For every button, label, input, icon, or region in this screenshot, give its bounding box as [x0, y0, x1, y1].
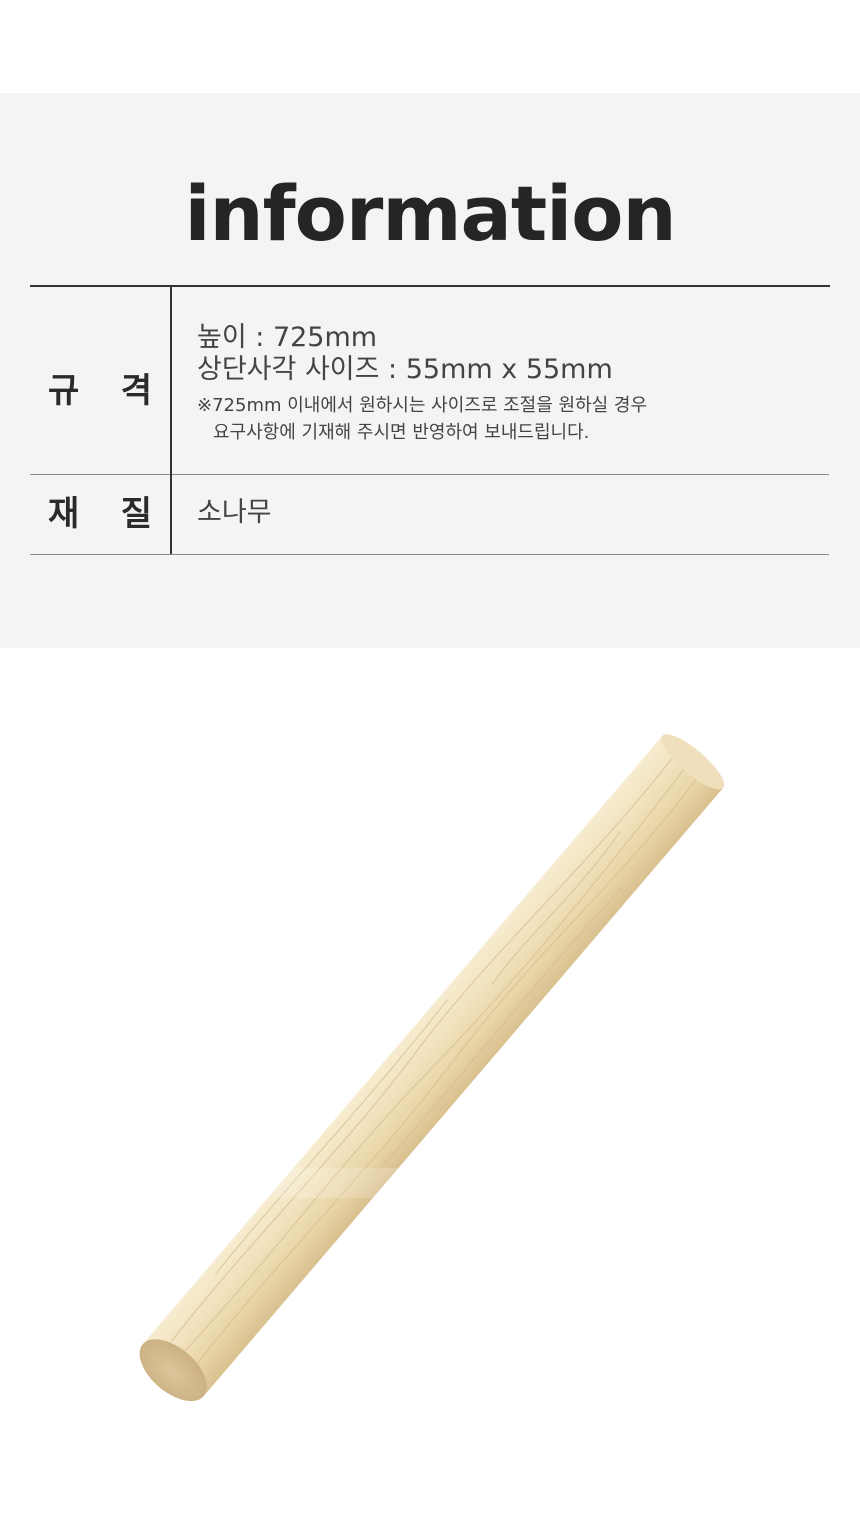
- material-label-char-2: 질: [120, 494, 152, 534]
- spec-label: 규 격: [30, 374, 170, 408]
- spec-note-line-2: 요구사항에 기재해 주시면 반영하여 보내드립니다.: [213, 422, 590, 443]
- page-title: information: [184, 169, 676, 258]
- spec-top-size: 상단사각 사이즈 : 55mm x 55mm: [197, 354, 613, 385]
- wooden-dowel-icon: [139, 734, 725, 1402]
- spec-label-char-1: 규: [48, 371, 80, 411]
- material-label: 재 질: [30, 497, 170, 531]
- material-value: 소나무: [197, 497, 272, 528]
- watermark: [257, 1168, 490, 1198]
- spec-label-char-2: 격: [120, 371, 152, 411]
- table-top-rule: [30, 285, 830, 287]
- table-bottom-rule: [30, 554, 829, 555]
- spec-height: 높이 : 725mm: [197, 322, 378, 353]
- spec-note-line-1: ※725mm 이내에서 원하시는 사이즈로 조절을 원하실 경우: [197, 395, 648, 416]
- table-row-divider: [30, 474, 829, 475]
- table-column-divider: [170, 287, 172, 554]
- material-label-char-1: 재: [48, 494, 80, 534]
